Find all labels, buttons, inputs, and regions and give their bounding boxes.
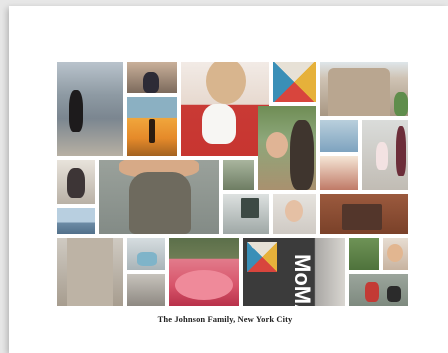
child-face: [266, 132, 288, 158]
photo-child-at-museum[interactable]: [223, 194, 269, 234]
photo-toddler-in-hat[interactable]: [273, 194, 316, 234]
dark-shoe: [387, 286, 401, 302]
girl-figure: [143, 72, 159, 93]
photo-red-boots[interactable]: [349, 274, 408, 306]
storefront-window: [342, 204, 382, 230]
photo-brick-storefront[interactable]: [320, 194, 408, 234]
building-facade: [67, 238, 113, 306]
adult-figure: [290, 120, 314, 190]
photo-boy-smiling[interactable]: [383, 238, 408, 270]
toddler-face: [285, 200, 303, 222]
photo-toddler-white-shirt[interactable]: [181, 62, 269, 156]
statue-silhouette: [149, 119, 155, 143]
photo-flower-market[interactable]: [169, 238, 239, 306]
toddler-head: [206, 62, 246, 104]
photo-baby-in-carrier[interactable]: [99, 160, 219, 234]
photo-ornate-building[interactable]: [320, 62, 408, 116]
red-boot: [365, 282, 379, 302]
photo-toddler-walking-street[interactable]: [362, 120, 408, 190]
photo-skyscraper-flags[interactable]: [57, 238, 123, 306]
girl-figure: [69, 90, 83, 132]
photo-collage: MoMA: [0, 0, 448, 353]
photo-family-on-steps[interactable]: [223, 160, 254, 190]
building-tower: [328, 68, 390, 116]
photo-boats-harbor[interactable]: [320, 120, 358, 152]
framed-picture: [241, 198, 259, 218]
photo-girl-at-window[interactable]: [127, 62, 177, 93]
moma-logo: MoMA: [290, 254, 315, 306]
photo-sneakers[interactable]: [127, 238, 165, 270]
color-diamond-sign: [247, 242, 277, 272]
toddler-figure: [376, 142, 388, 170]
photo-crying-child-park[interactable]: [258, 106, 316, 190]
photo-skyline-river[interactable]: [57, 208, 95, 234]
boy-face: [387, 244, 403, 262]
collage-caption: The Johnson Family, New York City: [157, 314, 293, 324]
photo-moma-sign[interactable]: MoMA: [243, 238, 345, 306]
photo-girl-on-pier[interactable]: [57, 62, 123, 156]
photo-child-on-bench[interactable]: [57, 160, 95, 204]
child-figure: [67, 168, 85, 198]
flower-bunch: [175, 270, 233, 300]
tree-foliage: [394, 92, 408, 116]
photo-kids-in-grass[interactable]: [349, 238, 379, 270]
baby-carrier: [129, 172, 191, 234]
photo-sunlit-crowd[interactable]: [320, 156, 358, 190]
toddler-shirt: [202, 104, 236, 144]
sneaker-pair: [137, 252, 157, 266]
adult-legs: [396, 126, 406, 176]
photo-street-sign[interactable]: [127, 274, 165, 306]
photo-diamond-pattern[interactable]: [273, 62, 316, 102]
photo-statue-of-liberty-sunset[interactable]: [127, 97, 177, 156]
